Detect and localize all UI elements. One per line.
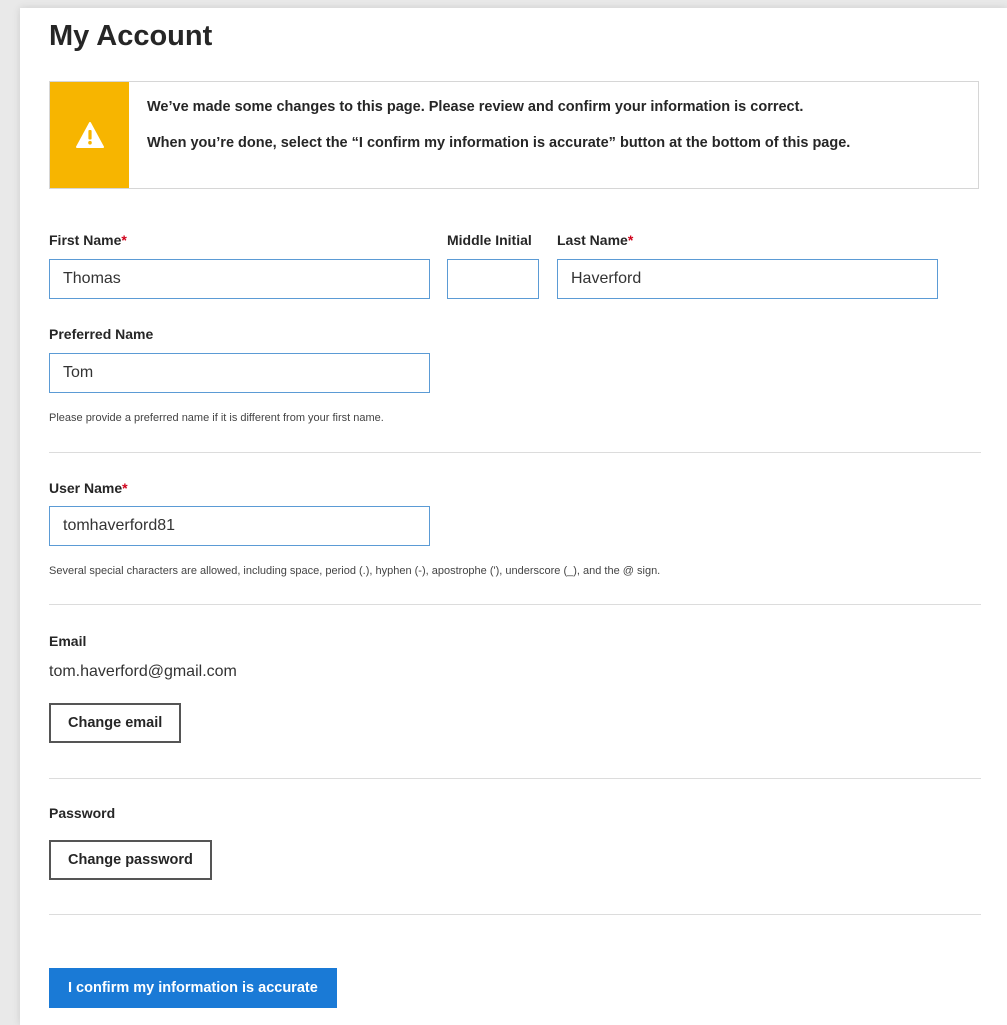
alert-line-2: When you’re done, select the “I confirm … [147,135,851,151]
preferred-name-label: Preferred Name [49,326,154,342]
preferred-name-hint: Please provide a preferred name if it is… [49,412,384,424]
required-marker: * [121,232,127,248]
alert-accent-bar [50,82,129,188]
change-password-button[interactable]: Change password [49,840,212,880]
alert-message: We’ve made some changes to this page. Pl… [147,99,850,151]
user-name-hint: Several special characters are allowed, … [49,565,661,577]
last-name-input[interactable] [557,259,938,299]
user-name-label: User Name* [49,480,128,496]
change-email-button[interactable]: Change email [49,703,182,743]
first-name-label: First Name* [49,232,127,248]
user-name-input[interactable] [49,506,430,546]
password-label: Password [49,805,116,821]
preferred-name-input[interactable] [49,353,430,393]
confirm-information-button[interactable]: I confirm my information is accurate [49,968,337,1008]
changes-alert: We’ve made some changes to this page. Pl… [49,81,979,189]
required-marker: * [627,232,634,248]
warning-icon [75,122,104,148]
last-name-label: Last Name* [557,232,633,248]
first-name-label-text: First Name [49,232,122,248]
required-marker: * [122,480,128,496]
first-name-input[interactable] [49,259,430,299]
section-divider [49,604,981,605]
page-title: My Account [49,20,213,52]
account-card: My Account We’ve made some changes to th… [20,8,1007,1025]
alert-line-1: We’ve made some changes to this page. Pl… [147,99,804,115]
section-divider [49,778,981,779]
last-name-label-text: Last Name [557,232,628,248]
middle-initial-input[interactable] [447,259,539,299]
email-value: tom.haverford@gmail.com [49,663,237,680]
user-name-label-text: User Name [49,480,123,496]
section-divider [49,914,981,915]
email-label: Email [49,633,87,649]
middle-initial-label: Middle Initial [447,232,532,248]
section-divider [49,452,981,453]
